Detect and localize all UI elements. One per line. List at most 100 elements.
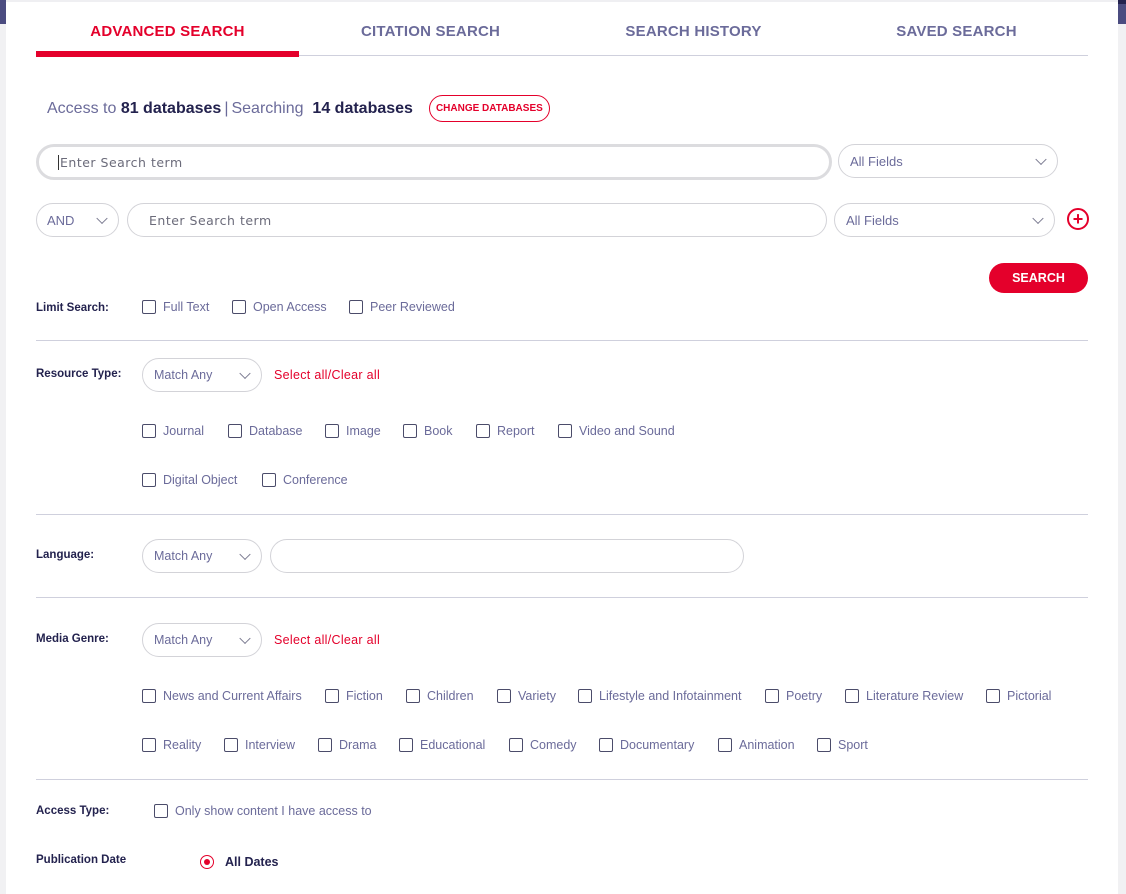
checkbox-sport[interactable]: Sport: [817, 738, 868, 752]
checkbox-icon[interactable]: [497, 689, 511, 703]
checkbox-drama[interactable]: Drama: [318, 738, 377, 752]
tab-saved-search[interactable]: SAVED SEARCH: [825, 0, 1088, 55]
checkbox-icon[interactable]: [142, 738, 156, 752]
checkbox-icon[interactable]: [232, 300, 246, 314]
checkbox-documentary[interactable]: Documentary: [599, 738, 694, 752]
checkbox-video-and-sound[interactable]: Video and Sound: [558, 424, 675, 438]
checkbox-label: Animation: [739, 738, 795, 752]
checkbox-icon[interactable]: [142, 424, 156, 438]
resource-type-match-select[interactable]: Match Any: [142, 358, 262, 392]
language-match-value: Match Any: [154, 549, 213, 563]
advanced-search-page: ADVANCED SEARCH CITATION SEARCH SEARCH H…: [36, 0, 1089, 869]
checkbox-icon[interactable]: [765, 689, 779, 703]
media-genre-select-all-link[interactable]: Select all/Clear all: [274, 633, 380, 647]
checkbox-icon[interactable]: [349, 300, 363, 314]
checkbox-digital-object[interactable]: Digital Object: [142, 473, 237, 487]
checkbox-label: Comedy: [530, 738, 577, 752]
checkbox-children[interactable]: Children: [406, 689, 474, 703]
operator-select[interactable]: AND: [36, 203, 119, 237]
checkbox-full-text[interactable]: Full Text: [142, 300, 209, 314]
search-button[interactable]: SEARCH: [989, 263, 1088, 293]
checkbox-icon[interactable]: [599, 738, 613, 752]
checkbox-icon[interactable]: [817, 738, 831, 752]
checkbox-comedy[interactable]: Comedy: [509, 738, 577, 752]
checkbox-icon[interactable]: [262, 473, 276, 487]
change-databases-button[interactable]: CHANGE DATABASES: [428, 95, 550, 122]
search-term-input-1[interactable]: Enter Search term: [36, 144, 832, 180]
checkbox-icon[interactable]: [986, 689, 1000, 703]
checkbox-database[interactable]: Database: [228, 424, 303, 438]
checkbox-report[interactable]: Report: [476, 424, 535, 438]
plus-circle-icon[interactable]: +: [1067, 208, 1089, 230]
tab-search-history[interactable]: SEARCH HISTORY: [562, 0, 825, 55]
checkbox-icon[interactable]: [399, 738, 413, 752]
checkbox-poetry[interactable]: Poetry: [765, 689, 822, 703]
operator-value: AND: [47, 212, 75, 228]
tab-advanced-search[interactable]: ADVANCED SEARCH: [36, 0, 299, 57]
checkbox-label: Peer Reviewed: [370, 300, 455, 314]
checkbox-icon[interactable]: [154, 804, 168, 818]
searching-prefix: Searching: [231, 99, 304, 117]
checkbox-icon[interactable]: [845, 689, 859, 703]
checkbox-news-and-current-affairs[interactable]: News and Current Affairs: [142, 689, 302, 703]
checkbox-peer-reviewed[interactable]: Peer Reviewed: [349, 300, 455, 314]
checkbox-image[interactable]: Image: [325, 424, 381, 438]
search-term-input-2[interactable]: Enter Search term: [127, 203, 827, 237]
field-select-2[interactable]: All Fields: [834, 203, 1055, 237]
checkbox-label: News and Current Affairs: [163, 689, 302, 703]
checkbox-reality[interactable]: Reality: [142, 738, 201, 752]
checkbox-journal[interactable]: Journal: [142, 424, 204, 438]
field-select-1[interactable]: All Fields: [838, 144, 1058, 178]
separator: |: [224, 99, 229, 117]
chevron-down-icon: [96, 212, 108, 225]
divider: [36, 340, 1088, 341]
checkbox-open-access[interactable]: Open Access: [232, 300, 327, 314]
chevron-down-icon: [239, 548, 251, 561]
checkbox-icon[interactable]: [403, 424, 417, 438]
checkbox-icon[interactable]: [142, 473, 156, 487]
checkbox-label: Database: [249, 424, 303, 438]
checkbox-icon[interactable]: [142, 689, 156, 703]
checkbox-book[interactable]: Book: [403, 424, 453, 438]
checkbox-icon[interactable]: [228, 424, 242, 438]
checkbox-icon[interactable]: [578, 689, 592, 703]
access-prefix: Access to: [47, 99, 117, 117]
search-tabs: ADVANCED SEARCH CITATION SEARCH SEARCH H…: [36, 0, 1088, 57]
chevron-down-icon: [1035, 153, 1047, 166]
radio-all-dates[interactable]: All Dates: [200, 855, 279, 869]
language-match-select[interactable]: Match Any: [142, 539, 262, 573]
checkbox-icon[interactable]: [476, 424, 490, 438]
checkbox-literature-review[interactable]: Literature Review: [845, 689, 963, 703]
checkbox-icon[interactable]: [224, 738, 238, 752]
checkbox-icon[interactable]: [718, 738, 732, 752]
checkbox-animation[interactable]: Animation: [718, 738, 795, 752]
checkbox-interview[interactable]: Interview: [224, 738, 295, 752]
checkbox-fiction[interactable]: Fiction: [325, 689, 383, 703]
resource-type-select-all-link[interactable]: Select all/Clear all: [274, 368, 380, 382]
checkbox-label: Interview: [245, 738, 296, 752]
scrollbar-thumb[interactable]: [1118, 4, 1126, 24]
checkbox-lifestyle-and-infotainment[interactable]: Lifestyle and Infotainment: [578, 689, 741, 703]
checkbox-conference[interactable]: Conference: [262, 473, 348, 487]
checkbox-pictorial[interactable]: Pictorial: [986, 689, 1051, 703]
checkbox-icon[interactable]: [509, 738, 523, 752]
tab-citation-search[interactable]: CITATION SEARCH: [299, 0, 562, 55]
scrollbar[interactable]: [1118, 0, 1126, 894]
checkbox-icon[interactable]: [406, 689, 420, 703]
checkbox-icon[interactable]: [142, 300, 156, 314]
divider: [36, 779, 1088, 780]
checkbox-icon[interactable]: [558, 424, 572, 438]
checkbox-only-accessible-content[interactable]: Only show content I have access to: [154, 804, 372, 818]
resource-type-label: Resource Type:: [36, 368, 122, 380]
checkbox-variety[interactable]: Variety: [497, 689, 556, 703]
radio-selected-icon[interactable]: [200, 855, 214, 869]
checkbox-icon[interactable]: [325, 689, 339, 703]
checkbox-icon[interactable]: [325, 424, 339, 438]
language-input[interactable]: [270, 539, 744, 573]
language-label: Language:: [36, 549, 95, 561]
media-genre-match-select[interactable]: Match Any: [142, 623, 262, 657]
checkbox-label: Full Text: [163, 300, 210, 314]
checkbox-educational[interactable]: Educational: [399, 738, 485, 752]
checkbox-icon[interactable]: [318, 738, 332, 752]
chevron-down-icon: [239, 632, 251, 645]
